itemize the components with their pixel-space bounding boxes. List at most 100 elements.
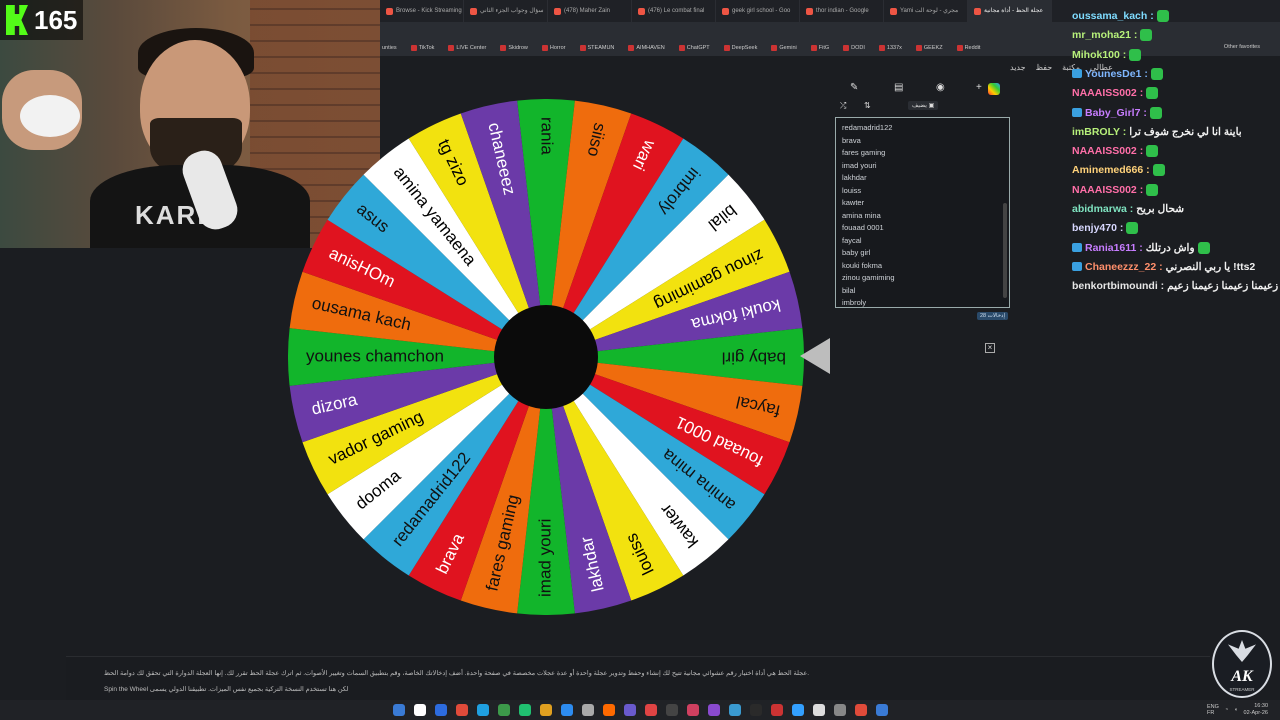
chat-username[interactable]: Rania1611 : bbox=[1085, 242, 1143, 254]
entry-line[interactable]: lakhdar bbox=[842, 172, 1003, 185]
taskbar-app-icon[interactable] bbox=[770, 704, 783, 716]
bookmark-item[interactable]: FitG bbox=[810, 45, 829, 51]
volume-icon[interactable]: ◖ bbox=[1234, 707, 1237, 713]
taskbar-app-icon[interactable] bbox=[434, 704, 447, 716]
browser-tab[interactable]: (476) Le combat final bbox=[632, 0, 716, 22]
pencil-icon[interactable]: ✎ bbox=[850, 82, 858, 93]
add-image-button[interactable]: يضيف ▣ bbox=[908, 101, 939, 110]
entry-line[interactable]: imbroly bbox=[842, 297, 1003, 307]
spin-wheel[interactable]: rania siiso wariimbroly bilalzinou gamiming… bbox=[288, 99, 804, 615]
entry-line[interactable]: kawter bbox=[842, 197, 1003, 210]
chat-username[interactable]: NAAAISS002 : bbox=[1072, 184, 1143, 196]
chat-username[interactable]: YounesDe1 : bbox=[1085, 68, 1148, 80]
taskbar-app-icon[interactable] bbox=[707, 704, 720, 716]
browser-tab[interactable]: عجلة الحظ - أداة مجانية bbox=[968, 0, 1052, 22]
entry-line[interactable]: kouki fokma bbox=[842, 260, 1003, 273]
chat-username[interactable]: oussama_kach : bbox=[1072, 10, 1154, 22]
entry-line[interactable]: louiss bbox=[842, 185, 1003, 198]
page-menu-item[interactable]: جديد bbox=[1010, 63, 1026, 72]
taskbar-app-icon[interactable] bbox=[854, 704, 867, 716]
bookmark-item[interactable]: LIVE Center bbox=[448, 45, 486, 51]
entry-line[interactable]: amina mina bbox=[842, 210, 1003, 223]
entry-line[interactable]: baby girl bbox=[842, 247, 1003, 260]
chat-username[interactable]: Mihok100 : bbox=[1072, 49, 1126, 61]
browser-tab[interactable]: geek girl school - Goo bbox=[716, 0, 800, 22]
taskbar-app-icon[interactable] bbox=[455, 704, 468, 716]
taskbar-app-icon[interactable] bbox=[623, 704, 636, 716]
add-icon[interactable]: + bbox=[976, 82, 982, 93]
entry-line[interactable]: fares gaming bbox=[842, 147, 1003, 160]
bookmark-item[interactable]: STEAMUN bbox=[579, 45, 614, 51]
browser-tab[interactable]: سؤال وجواب الجزء الثاني bbox=[464, 0, 548, 22]
language-indicator[interactable]: ENG FR bbox=[1207, 704, 1219, 716]
chat-username[interactable]: Aminemed666 : bbox=[1072, 164, 1150, 176]
tab-title: Browse - Kick Streaming bbox=[396, 8, 462, 14]
entries-textarea[interactable]: redamadrid122 brava fares gaming imad youri… bbox=[835, 117, 1010, 308]
bookmark-item[interactable]: ChatGPT bbox=[678, 45, 710, 51]
chat-username[interactable]: abidmarwa : bbox=[1072, 203, 1133, 215]
taskbar-app-icon[interactable] bbox=[812, 704, 825, 716]
browser-tab[interactable]: Browse - Kick Streaming bbox=[380, 0, 464, 22]
taskbar-app-icon[interactable] bbox=[560, 704, 573, 716]
taskbar-app-icon[interactable] bbox=[476, 704, 489, 716]
chat-text: شحال بريح bbox=[1136, 203, 1185, 215]
clock[interactable]: 16:30 02-Apr-26 bbox=[1244, 703, 1268, 717]
page-menu-item[interactable]: حفظ bbox=[1036, 63, 1053, 72]
chat-username[interactable]: NAAAISS002 : bbox=[1072, 87, 1143, 99]
taskbar-app-icon[interactable] bbox=[791, 704, 804, 716]
taskbar-app-icon[interactable] bbox=[497, 704, 510, 716]
taskbar-app-icon[interactable] bbox=[644, 704, 657, 716]
bookmark-item[interactable]: DODI bbox=[843, 45, 865, 51]
chat-text: يا ربي النصرني !tts2 bbox=[1165, 260, 1256, 273]
bookmark-item[interactable]: 1337x bbox=[878, 45, 902, 51]
taskbar-app-icon[interactable] bbox=[602, 704, 615, 716]
bookmark-prefix[interactable]: unties bbox=[382, 45, 397, 51]
chat-username[interactable]: benjy470 : bbox=[1072, 222, 1123, 234]
entry-line[interactable]: zinou gamiming bbox=[842, 272, 1003, 285]
taskbar-app-icon[interactable] bbox=[875, 704, 888, 716]
entry-line[interactable]: faycal bbox=[842, 235, 1003, 248]
bookmark-item[interactable]: Gemini bbox=[771, 45, 797, 51]
browser-tab[interactable]: Yami مجري - لوحة الت bbox=[884, 0, 968, 22]
sort-icon[interactable]: ⇅ bbox=[864, 101, 871, 110]
hide-icon[interactable]: ◉ bbox=[936, 82, 945, 93]
chat-username[interactable]: NAAAISS002 : bbox=[1072, 145, 1143, 157]
browser-tab[interactable]: (478) Maher Zain bbox=[548, 0, 632, 22]
bookmark-item[interactable]: Reddit bbox=[956, 45, 980, 51]
bookmark-item[interactable]: GEEKZ bbox=[915, 45, 943, 51]
chat-username[interactable]: Chaneezzz_22 : bbox=[1085, 261, 1163, 273]
wifi-icon[interactable]: ◔ bbox=[1225, 707, 1228, 713]
bookmark-item[interactable]: Skidrow bbox=[500, 45, 528, 51]
entry-line[interactable]: brava bbox=[842, 135, 1003, 148]
wheel-center[interactable] bbox=[494, 305, 598, 409]
entry-line[interactable]: redamadrid122 bbox=[842, 122, 1003, 135]
taskbar-app-icon[interactable] bbox=[833, 704, 846, 716]
close-icon[interactable]: × bbox=[985, 343, 995, 353]
taskbar-app-icon[interactable] bbox=[686, 704, 699, 716]
taskbar-app-icon[interactable] bbox=[728, 704, 741, 716]
bookmark-item[interactable]: Horror bbox=[541, 45, 566, 51]
ak-streamer-logo: AK STREAMER bbox=[1212, 630, 1272, 698]
chat-username[interactable]: Baby_Girl7 : bbox=[1085, 107, 1147, 119]
entries-scrollbar[interactable] bbox=[1003, 203, 1007, 298]
taskbar-app-icon[interactable] bbox=[413, 704, 426, 716]
clipboard-icon[interactable]: ▤ bbox=[894, 82, 903, 93]
shuffle-icon[interactable]: ⤮ bbox=[840, 101, 846, 111]
taskbar-app-icon[interactable] bbox=[518, 704, 531, 716]
taskbar-app-icon[interactable] bbox=[665, 704, 678, 716]
taskbar-app-icon[interactable] bbox=[749, 704, 762, 716]
bookmark-item[interactable]: TikTok bbox=[410, 45, 434, 51]
browser-tab[interactable]: thor indian - Google bbox=[800, 0, 884, 22]
palette-icon[interactable] bbox=[988, 83, 1000, 95]
bookmark-item[interactable]: DeepSeek bbox=[723, 45, 757, 51]
taskbar-app-icon[interactable] bbox=[392, 704, 405, 716]
entry-line[interactable]: bilal bbox=[842, 285, 1003, 298]
bookmark-item[interactable]: AIMHAVEN bbox=[628, 45, 665, 51]
chat-username[interactable]: mr_moha21 : bbox=[1072, 29, 1137, 41]
chat-username[interactable]: benkortbimoundi : bbox=[1072, 280, 1164, 292]
taskbar-app-icon[interactable] bbox=[581, 704, 594, 716]
chat-username[interactable]: imBROLY : bbox=[1072, 126, 1126, 138]
taskbar-app-icon[interactable] bbox=[539, 704, 552, 716]
entry-line[interactable]: imad youri bbox=[842, 160, 1003, 173]
entry-line[interactable]: fouaad 0001 bbox=[842, 222, 1003, 235]
